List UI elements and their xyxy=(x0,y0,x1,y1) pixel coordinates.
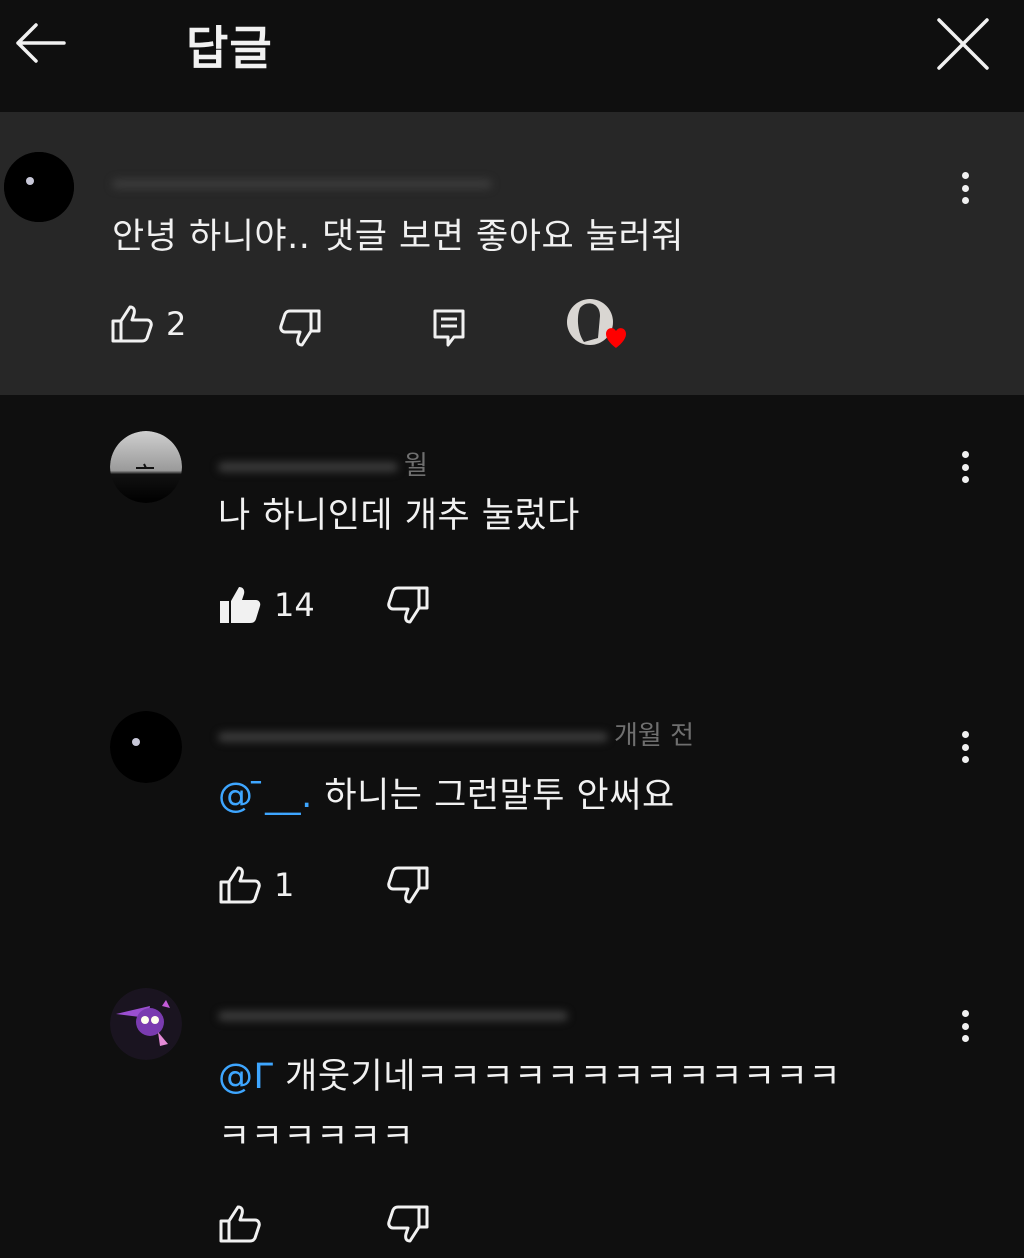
close-button[interactable] xyxy=(930,14,996,74)
reply-item: 월 나 하니인데 개추 눌렀다 14 xyxy=(0,395,1024,675)
comment-text: @ ̄__. 하니는 그런말투 안써요 xyxy=(218,767,675,818)
thumbs-up-outline-icon xyxy=(219,866,261,904)
avatar[interactable] xyxy=(110,431,182,503)
back-button[interactable] xyxy=(10,14,70,72)
arrow-left-icon xyxy=(16,23,66,63)
like-button[interactable]: 14 xyxy=(218,585,315,625)
like-button[interactable]: 1 xyxy=(218,865,294,905)
avatar[interactable] xyxy=(110,711,182,783)
mention-link[interactable]: @Γ xyxy=(218,1057,274,1097)
reply-item: @Γ 개웃기네ㅋㅋㅋㅋㅋㅋㅋㅋㅋㅋㅋㅋㅋ ㅋㅋㅋㅋㅋㅋ xyxy=(0,960,1024,1258)
timestamp: 개월 전 xyxy=(614,721,695,751)
thumbs-up-outline-icon xyxy=(111,305,153,343)
thumbs-down-outline-icon xyxy=(279,309,321,347)
thumbs-up-outline-icon xyxy=(219,1205,261,1243)
reply-body: 하니는 그런말투 안써요 xyxy=(312,776,675,816)
like-count: 14 xyxy=(274,586,315,624)
reply-button[interactable] xyxy=(432,308,466,348)
comment-menu-button[interactable] xyxy=(950,166,980,210)
moon-avatar-icon xyxy=(110,711,182,783)
close-icon xyxy=(937,18,989,70)
author-name[interactable]: 개월 전 xyxy=(218,715,694,752)
comment-text: 나 하니인데 개추 눌렀다 xyxy=(218,496,580,536)
avatar[interactable] xyxy=(110,988,182,1060)
thumbs-up-filled-icon xyxy=(220,587,261,623)
comment-text: @Γ 개웃기네ㅋㅋㅋㅋㅋㅋㅋㅋㅋㅋㅋㅋㅋ xyxy=(218,1048,841,1099)
thumbs-down-outline-icon xyxy=(387,866,429,904)
like-button[interactable]: 2 xyxy=(110,304,186,344)
comment-icon xyxy=(433,309,465,347)
comment-menu-button[interactable] xyxy=(950,1004,980,1048)
like-count: 2 xyxy=(166,305,187,343)
timestamp: 월 xyxy=(404,451,428,481)
dislike-button[interactable] xyxy=(384,865,430,905)
reply-body: 개웃기네ㅋㅋㅋㅋㅋㅋㅋㅋㅋㅋㅋㅋㅋ xyxy=(273,1057,842,1097)
author-name[interactable]: 월 xyxy=(218,445,428,482)
author-name[interactable] xyxy=(218,1000,574,1030)
like-button[interactable] xyxy=(218,1204,262,1244)
cartoon-character-avatar-icon xyxy=(110,988,182,1060)
comment-text-continued: ㅋㅋㅋㅋㅋㅋ xyxy=(218,1117,415,1157)
avatar[interactable] xyxy=(4,152,74,222)
like-count: 1 xyxy=(274,866,295,904)
dislike-button[interactable] xyxy=(384,585,430,625)
creator-avatar-heart-icon xyxy=(567,299,626,348)
header-bar: 답글 xyxy=(0,0,1024,112)
reply-item: 개월 전 @ ̄__. 하니는 그런말투 안써요 1 xyxy=(0,675,1024,960)
dislike-button[interactable] xyxy=(384,1204,430,1244)
page-title: 답글 xyxy=(186,21,273,75)
parent-comment: 안녕 하니야.. 댓글 보면 좋아요 눌러줘 2 xyxy=(0,112,1024,395)
dislike-button[interactable] xyxy=(276,308,322,348)
comment-text: 안녕 하니야.. 댓글 보면 좋아요 눌러줘 xyxy=(112,217,684,257)
sunset-avatar-icon xyxy=(110,431,182,503)
thumbs-down-outline-icon xyxy=(387,586,429,624)
comment-menu-button[interactable] xyxy=(950,725,980,769)
mention-link[interactable]: @ ̄__. xyxy=(218,776,313,816)
more-vertical-icon xyxy=(961,731,969,738)
more-vertical-icon xyxy=(961,172,969,179)
creator-heart-badge xyxy=(566,298,632,364)
more-vertical-icon xyxy=(961,1010,969,1017)
comment-menu-button[interactable] xyxy=(950,445,980,489)
thumbs-down-outline-icon xyxy=(387,1205,429,1243)
moon-avatar-icon xyxy=(4,152,74,222)
author-name[interactable] xyxy=(112,168,498,198)
more-vertical-icon xyxy=(961,451,969,458)
